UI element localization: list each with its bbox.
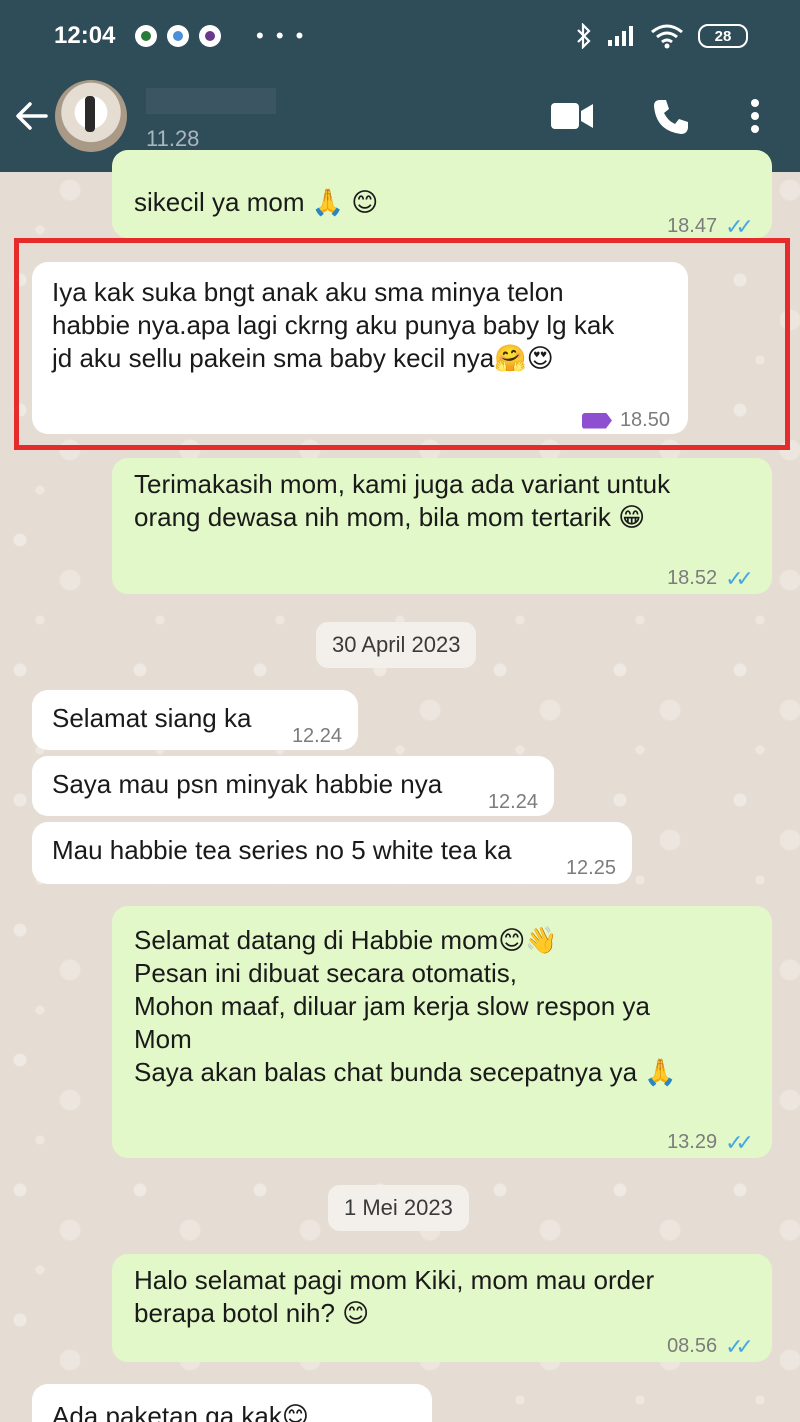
message-text: Mau habbie tea series no 5 white tea ka [52,835,512,865]
message-text: Selamat siang ka [52,703,252,733]
message-text: Terimakasih mom, kami juga ada variant u… [134,469,671,532]
message-text: Saya mau psn minyak habbie nya [52,769,443,799]
app-header: 12:04 • • • 28 11.28 [0,0,800,172]
message-meta: 18.52 ✓✓ [667,562,754,595]
contact-avatar[interactable] [55,80,127,152]
message-time: 08.56 [667,1335,718,1357]
notification-icons [135,18,221,54]
message-bubble-incoming[interactable]: Ada paketan ga kak😊 [32,1384,432,1422]
contact-last-seen: 11.28 [146,126,200,151]
message-meta: 08.56 ✓✓ [667,1330,754,1363]
bluetooth-icon [577,23,591,49]
message-text: Selamat datang di Habbie mom😊👋 Pesan ini… [134,925,677,1087]
video-call-icon[interactable] [550,100,594,132]
date-separator: 1 Mei 2023 [328,1185,469,1231]
message-time: 13.29 [667,1131,718,1153]
message-text: sikecil ya mom 🙏 😊 [134,187,379,217]
back-arrow-icon[interactable] [14,98,50,134]
message-time: 12.25 [565,857,616,879]
read-ticks-icon: ✓✓ [725,1334,754,1359]
message-time: 12.24 [291,725,342,747]
highlight-box [14,238,790,450]
message-bubble-outgoing[interactable]: Halo selamat pagi mom Kiki, mom mau orde… [112,1254,772,1362]
read-ticks-icon: ✓✓ [725,1130,754,1155]
message-text: Ada paketan ga kak😊 [52,1401,309,1422]
message-bubble-outgoing[interactable]: Terimakasih mom, kami juga ada variant u… [112,458,772,594]
more-notifications-indicator: • • • [256,23,307,48]
contact-name-redacted[interactable] [146,88,276,114]
message-meta: 13.29 ✓✓ [667,1126,754,1159]
message-bubble-outgoing[interactable]: Selamat datang di Habbie mom😊👋 Pesan ini… [112,906,772,1158]
signal-icon [608,26,633,46]
chat-app-notification-icon [135,25,157,47]
camera-app-notification-icon [199,25,221,47]
date-separator: 30 April 2023 [316,622,477,668]
voice-call-icon[interactable] [652,98,690,136]
chat-screen: 12:04 • • • 28 11.28 sikecil ya mom 🙏 😊 … [0,0,800,1422]
more-vert-icon[interactable] [748,98,762,134]
message-time: 12.24 [487,791,538,813]
message-time: 18.52 [667,567,718,589]
app-notification-icon [167,25,189,47]
message-bubble-incoming[interactable]: Mau habbie tea series no 5 white tea ka … [32,822,632,884]
status-right-icons: 28 [576,18,748,54]
status-time: 12:04 [54,22,116,49]
wifi-icon [651,24,683,49]
read-ticks-icon: ✓✓ [725,566,754,591]
message-bubble-incoming[interactable]: Selamat siang ka 12.24 [32,690,358,750]
battery-indicator: 28 [698,24,748,48]
message-text: Halo selamat pagi mom Kiki, mom mau orde… [134,1265,655,1328]
message-bubble-outgoing[interactable]: sikecil ya mom 🙏 😊 18.47 ✓✓ [112,150,772,239]
message-bubble-incoming[interactable]: Saya mau psn minyak habbie nya 12.24 [32,756,554,816]
